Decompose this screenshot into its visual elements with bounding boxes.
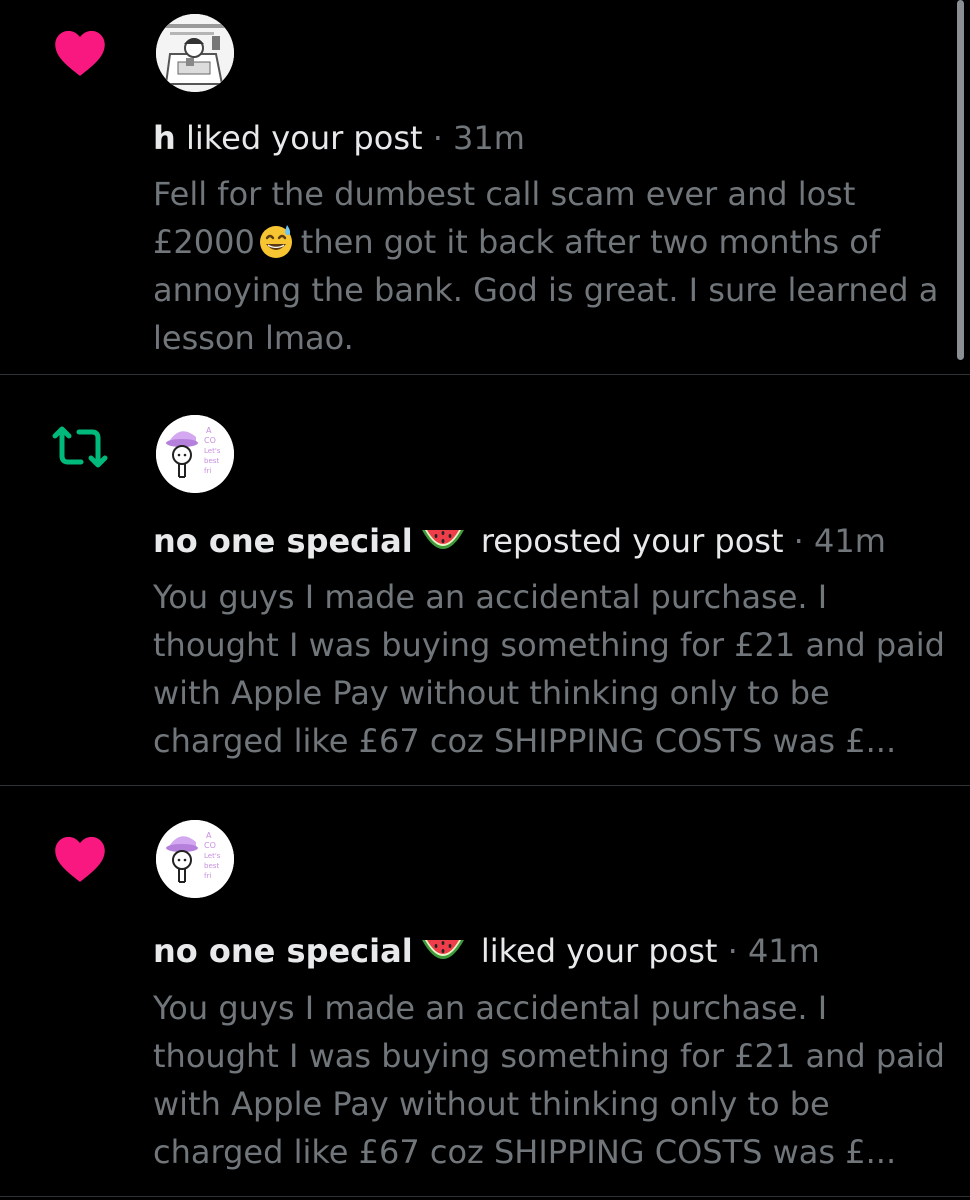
timestamp: 41m [747, 932, 820, 970]
avatar[interactable] [156, 14, 234, 92]
watermelon-emoji [419, 524, 467, 558]
svg-text:CO: CO [204, 436, 216, 445]
post-preview[interactable]: You guys I made an accidental purchase. … [153, 984, 953, 1176]
user-name[interactable]: no one special [153, 522, 413, 560]
user-name[interactable]: h [153, 119, 176, 157]
svg-text:Let's: Let's [204, 447, 221, 455]
notification-item[interactable]: A CO Let's best fri no one special liked… [0, 786, 970, 1200]
svg-text:best: best [204, 862, 219, 870]
notification-headline: no one special reposted your post · 41m [153, 521, 886, 561]
divider [0, 1196, 970, 1197]
scrollbar[interactable] [957, 0, 964, 360]
separator: · [727, 932, 738, 970]
avatar[interactable]: A CO Let's best fri [156, 820, 234, 898]
action-text: reposted your post [480, 522, 784, 560]
action-text: liked your post [480, 932, 718, 970]
svg-text:Let's: Let's [204, 852, 221, 860]
avatar[interactable]: A CO Let's best fri [156, 415, 234, 493]
watermelon-emoji [419, 934, 467, 968]
heart-icon [46, 828, 114, 888]
svg-text:best: best [204, 457, 219, 465]
notification-item[interactable]: A CO Let's best fri no one special repos… [0, 375, 970, 785]
heart-icon [46, 22, 114, 82]
timestamp: 41m [814, 522, 886, 560]
user-name[interactable]: no one special [153, 932, 413, 970]
timestamp: 31m [453, 119, 525, 157]
notification-item[interactable]: h liked your post · 31m Fell for the dum… [0, 0, 970, 374]
post-preview[interactable]: You guys I made an accidental purchase. … [153, 573, 953, 765]
notification-headline: h liked your post · 31m [153, 118, 525, 158]
svg-text:A: A [206, 426, 212, 435]
separator: · [432, 119, 443, 157]
svg-text:A: A [206, 831, 212, 840]
post-preview[interactable]: Fell for the dumbest call scam ever and … [153, 170, 953, 362]
svg-text:fri: fri [204, 467, 211, 475]
svg-text:fri: fri [204, 872, 211, 880]
notification-headline: no one special liked your post · 41m [153, 931, 820, 971]
separator: · [793, 522, 804, 560]
action-text: liked your post [185, 119, 423, 157]
repost-icon [46, 417, 114, 477]
svg-text:CO: CO [204, 841, 216, 850]
grinning-sweat-emoji [257, 222, 295, 260]
